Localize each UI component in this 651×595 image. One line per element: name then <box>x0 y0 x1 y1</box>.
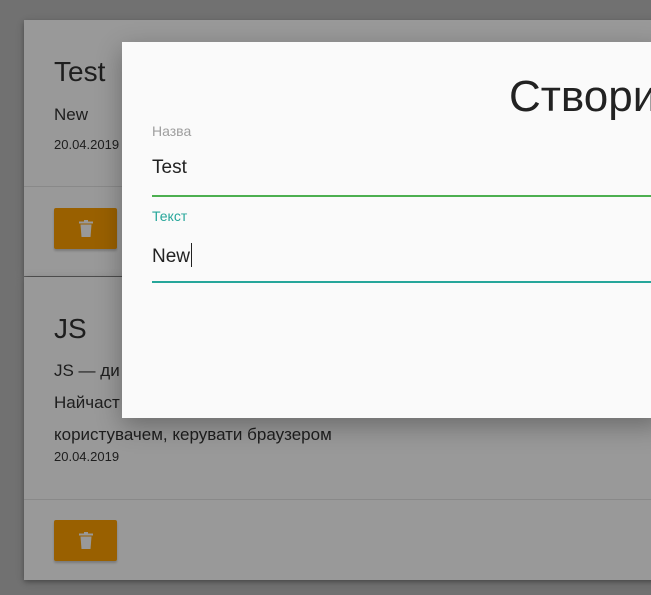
text-input-underline <box>152 281 651 283</box>
text-cursor <box>191 243 193 267</box>
text-field-label: Текст <box>152 208 188 224</box>
create-note-modal: Створи Назва Test Текст New <box>122 42 651 418</box>
name-input[interactable]: Test <box>152 157 651 179</box>
text-input[interactable]: New <box>152 243 651 268</box>
name-input-underline <box>152 195 651 197</box>
modal-title: Створи <box>509 72 651 121</box>
name-input-value: Test <box>152 157 187 178</box>
text-input-value: New <box>152 246 191 267</box>
name-field-label: Назва <box>152 123 192 139</box>
